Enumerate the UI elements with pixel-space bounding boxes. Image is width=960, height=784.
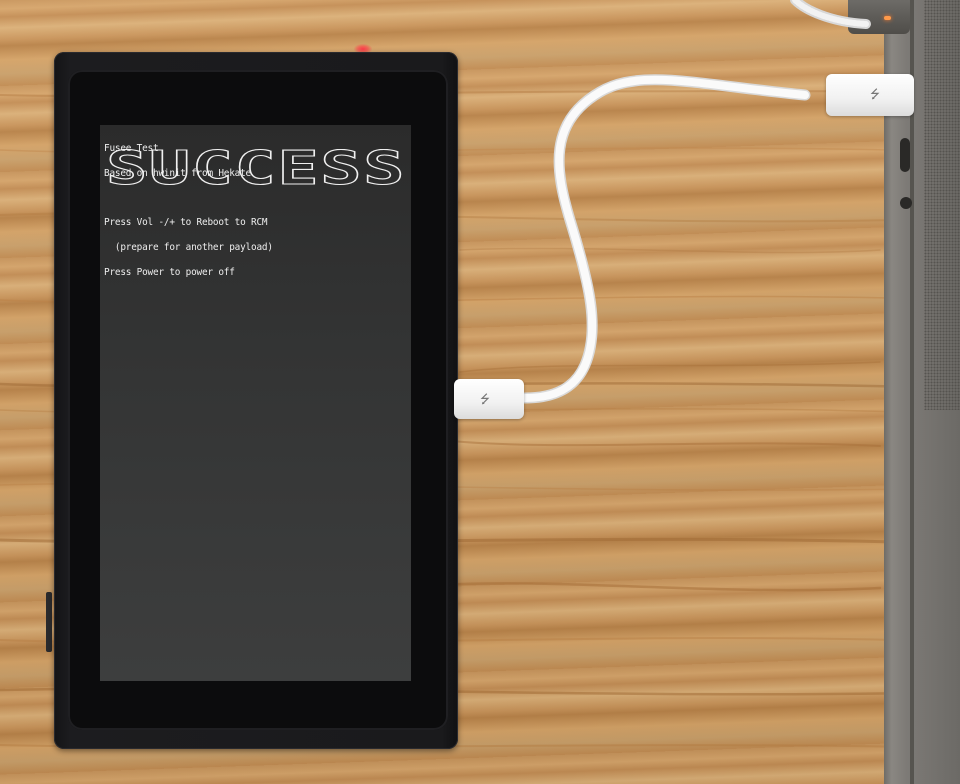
usb-c-plug-laptop[interactable]: ⭍ (826, 74, 914, 116)
usb-symbol-icon: ⭍ (870, 87, 880, 101)
usb-c-plug-switch[interactable]: ⭍ (454, 379, 524, 419)
usb-symbol-icon: ⭍ (480, 392, 490, 406)
